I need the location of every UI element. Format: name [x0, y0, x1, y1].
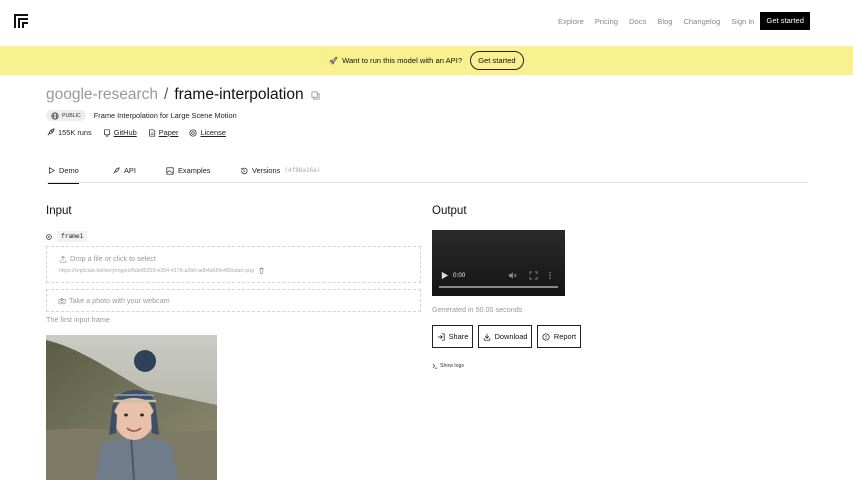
file-dropzone[interactable]: Drop a file or click to select https://r… [46, 246, 421, 283]
top-nav: Explore Pricing Docs Blog Changelog Sign… [0, 0, 853, 46]
file-type-icon [46, 233, 52, 240]
banner-text: Want to run this model with an API? [342, 56, 463, 65]
input-image-preview [46, 335, 217, 480]
generation-time: Generated in 50.00 seconds [432, 305, 523, 314]
rocket-icon: 🚀 [329, 57, 339, 65]
license-label: License [200, 128, 226, 137]
github-label: GitHub [113, 128, 137, 137]
model-links: 155K runs GitHub Paper License [46, 128, 237, 137]
visibility-badge: PUBLIC [46, 110, 86, 121]
share-button[interactable]: Share [432, 325, 473, 348]
play-icon [49, 167, 55, 174]
output-heading: Output [432, 205, 467, 217]
model-name: frame-interpolation [174, 86, 304, 103]
terminal-icon [432, 363, 438, 369]
drop-text: Drop a file or click to select [70, 254, 156, 263]
download-icon [483, 333, 490, 341]
license-link[interactable]: License [189, 128, 226, 137]
show-logs-label: Show logs [440, 363, 464, 369]
more-options-icon[interactable] [548, 271, 552, 280]
download-label: Download [494, 332, 528, 341]
paper-label: Paper [158, 128, 179, 137]
version-hash: (4f88a16a) [284, 167, 321, 174]
license-icon [189, 128, 198, 137]
tab-versions-label: Versions [252, 166, 281, 175]
model-description: Frame Interpolation for Large Scene Moti… [93, 111, 237, 120]
video-progress-bar[interactable] [439, 286, 558, 288]
tab-examples-label: Examples [178, 166, 211, 175]
banner-message: 🚀 Want to run this model with an API? [329, 56, 462, 65]
title-separator: / [164, 86, 169, 103]
nav-link-docs[interactable]: Docs [629, 17, 646, 26]
github-link[interactable]: GitHub [103, 128, 137, 137]
copy-icon[interactable] [311, 90, 320, 100]
trash-icon[interactable] [258, 267, 265, 274]
webcam-capture[interactable]: Take a photo with your webcam [46, 289, 421, 312]
api-banner: 🚀 Want to run this model with an API? Ge… [0, 46, 853, 75]
rocket-icon [47, 128, 55, 136]
webcam-instructions: Take a photo with your webcam [58, 296, 170, 305]
visibility-label: PUBLIC [62, 112, 81, 119]
image-icon [166, 166, 174, 175]
share-label: Share [448, 332, 469, 341]
document-icon [148, 128, 155, 137]
rocket-icon [113, 166, 120, 174]
output-video-player[interactable]: 0:00 [432, 230, 565, 296]
nav-link-blog[interactable]: Blog [657, 17, 672, 26]
share-icon [437, 332, 445, 341]
history-icon [241, 167, 248, 174]
fullscreen-icon[interactable] [529, 271, 538, 280]
runs-label: 155K runs [58, 128, 92, 137]
frame1-field-label: frame1 [46, 231, 88, 242]
show-logs-toggle[interactable]: Show logs [432, 363, 464, 369]
input-heading: Input [46, 205, 72, 217]
webcam-text: Take a photo with your webcam [69, 296, 170, 305]
field-name: frame1 [57, 231, 88, 242]
video-time: 0:00 [453, 272, 466, 279]
tab-api[interactable]: API [112, 166, 136, 175]
nav-get-started-button[interactable]: Get started [760, 12, 810, 30]
nav-link-pricing[interactable]: Pricing [595, 17, 618, 26]
nav-links: Explore Pricing Docs Blog Changelog Sign… [547, 12, 810, 30]
volume-icon[interactable] [508, 271, 517, 280]
uploaded-file: https://replicate.delivery/mgxm/5de85319… [59, 267, 265, 274]
nav-link-explore[interactable]: Explore [558, 17, 584, 26]
model-meta: PUBLIC Frame Interpolation for Large Sce… [46, 110, 237, 121]
tab-examples[interactable]: Examples [166, 166, 210, 175]
model-title: google-research / frame-interpolation [46, 86, 320, 104]
alert-icon [542, 332, 550, 341]
tab-demo[interactable]: Demo [48, 166, 79, 184]
replicate-logo-icon[interactable] [14, 14, 28, 28]
field-help-text: The first input frame [46, 315, 110, 324]
globe-icon [51, 111, 59, 120]
nav-link-changelog[interactable]: Changelog [683, 17, 720, 26]
runs-count: 155K runs [46, 128, 92, 137]
child-photo-illustration [46, 335, 217, 480]
camera-icon [58, 297, 66, 304]
banner-get-started-button[interactable]: Get started [470, 51, 524, 70]
tab-versions[interactable]: Versions (4f88a16a) [240, 166, 320, 175]
tab-demo-label: Demo [59, 166, 79, 175]
upload-icon [59, 255, 67, 263]
report-label: Report [553, 332, 577, 341]
download-button[interactable]: Download [478, 325, 532, 348]
file-url[interactable]: https://replicate.delivery/mgxm/5de85319… [59, 268, 254, 274]
model-tabs: Demo API Examples Versions (4f88a16a) [46, 162, 808, 184]
model-owner-link[interactable]: google-research [46, 86, 158, 104]
nav-link-sign-in[interactable]: Sign in [731, 17, 754, 26]
paper-link[interactable]: Paper [148, 128, 179, 137]
tab-api-label: API [124, 166, 136, 175]
drop-instructions: Drop a file or click to select [59, 254, 156, 263]
play-icon[interactable] [440, 271, 449, 280]
github-icon [103, 128, 110, 137]
report-button[interactable]: Report [537, 325, 581, 348]
